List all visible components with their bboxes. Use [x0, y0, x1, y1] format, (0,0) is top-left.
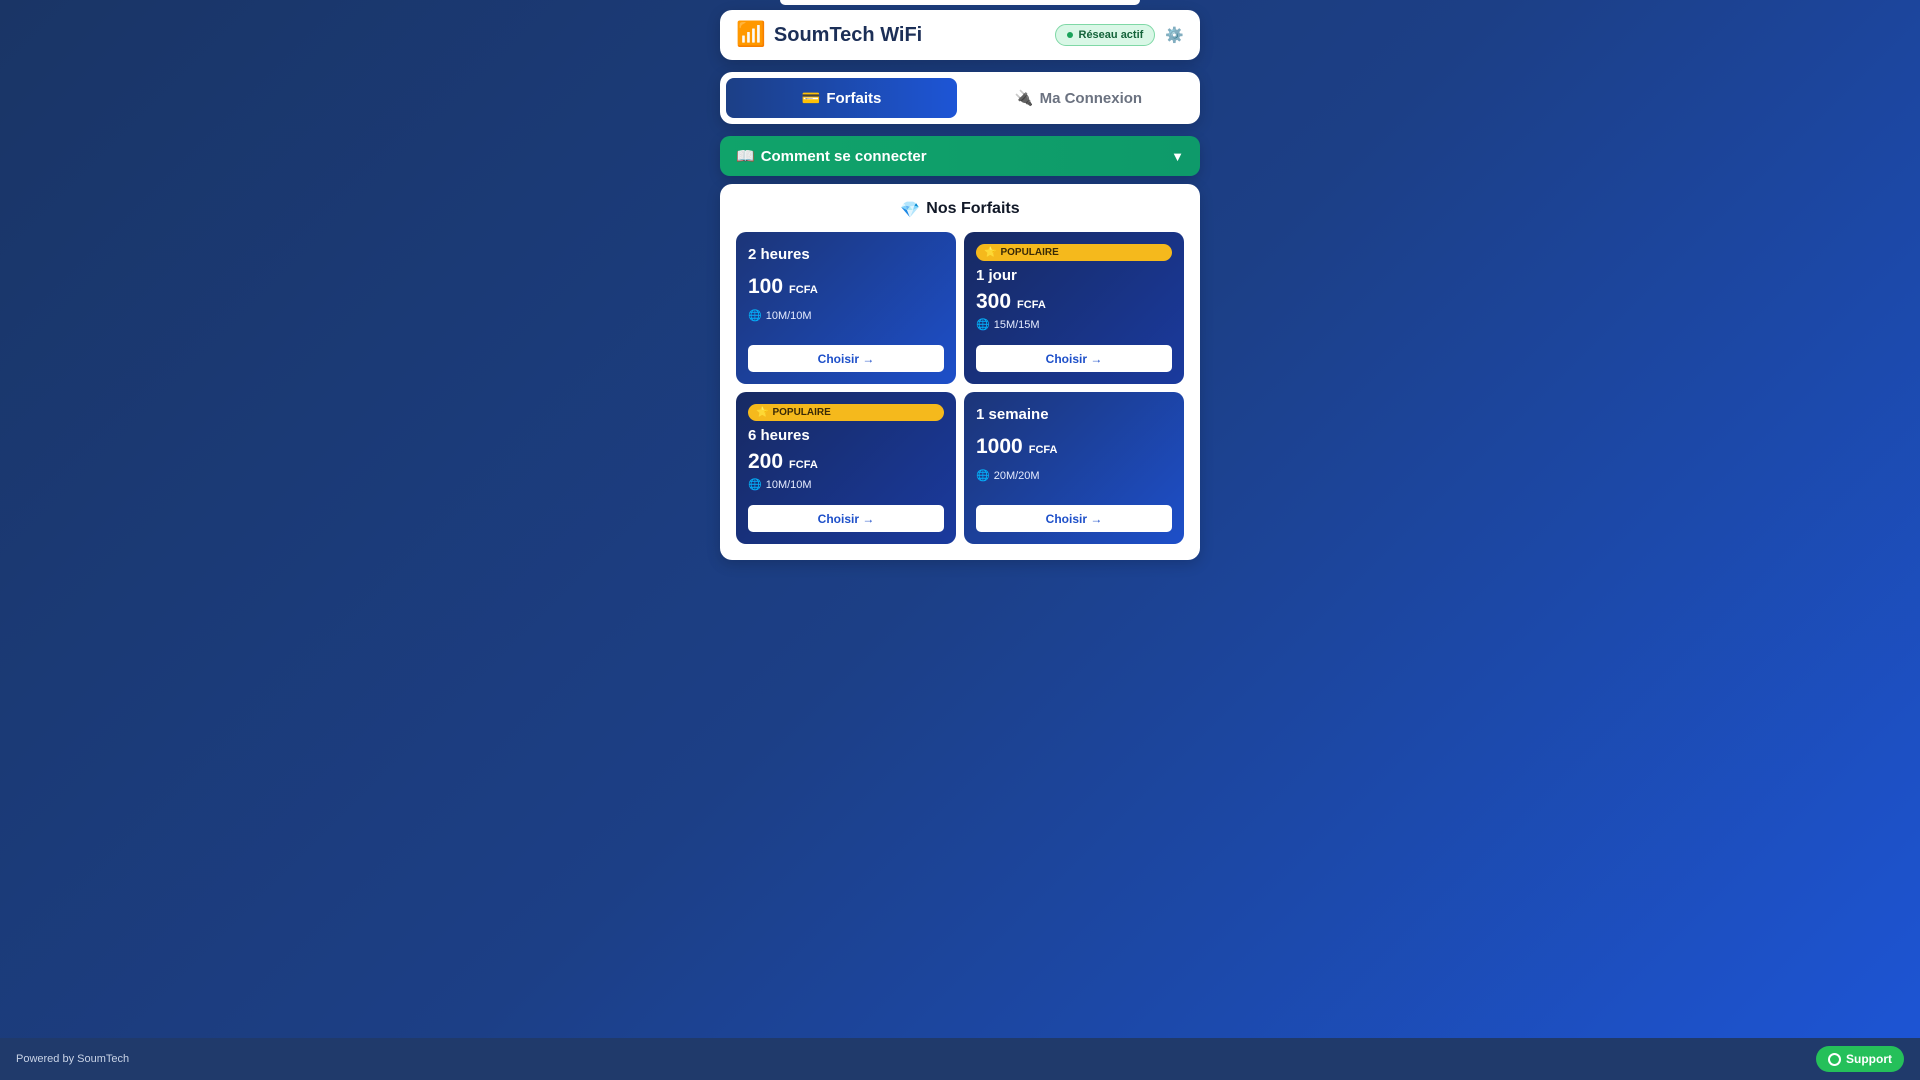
- badge-label: POPULAIRE: [1000, 247, 1059, 258]
- plan-price: 200 FCFA: [748, 450, 944, 474]
- support-button[interactable]: Support: [1816, 1046, 1904, 1072]
- globe-icon: 🌐: [976, 319, 990, 331]
- choose-button[interactable]: Choisir →: [748, 345, 944, 372]
- plans-panel: 💎 Nos Forfaits 2 heures 100 FCFA 🌐 10M/1…: [720, 184, 1200, 560]
- badge-label: POPULAIRE: [772, 407, 831, 418]
- speed-value: 10M/10M: [765, 478, 812, 491]
- credit-card-icon: 💳: [801, 90, 821, 107]
- plug-icon: 🔌: [1014, 90, 1034, 107]
- tab-ma-connexion[interactable]: 🔌 Ma Connexion: [963, 78, 1194, 118]
- status-label: Réseau actif: [1078, 29, 1144, 41]
- globe-icon: 🌐: [748, 479, 762, 491]
- guide-label: Comment se connecter: [760, 147, 927, 165]
- speed-value: 15M/15M: [993, 318, 1040, 331]
- star-icon: ⭐: [756, 407, 769, 418]
- star-icon: ⭐: [984, 247, 997, 258]
- plan-price: 100 FCFA: [748, 275, 944, 299]
- globe-icon: 🌐: [976, 470, 990, 482]
- network-status-badge: Réseau actif: [1054, 24, 1156, 46]
- plan-name: 1 jour: [976, 267, 1017, 284]
- choose-button[interactable]: Choisir →: [976, 345, 1172, 372]
- price-value: 200: [748, 450, 784, 473]
- status-dot-icon: [1066, 32, 1073, 38]
- price-currency: FCFA: [1028, 444, 1058, 456]
- speed-value: 20M/20M: [993, 469, 1040, 482]
- tab-label: Ma Connexion: [1039, 89, 1143, 107]
- plan-speed: 🌐 10M/10M: [748, 309, 944, 323]
- plan-speed: 🌐 10M/10M: [748, 478, 944, 492]
- chevron-down-icon[interactable]: ▼: [1171, 149, 1184, 164]
- plan-name: 2 heures: [748, 246, 810, 263]
- price-currency: FCFA: [1017, 299, 1046, 311]
- price-value: 300: [976, 290, 1012, 313]
- plans-title-text: Nos Forfaits: [926, 200, 1020, 217]
- plans-grid: 2 heures 100 FCFA 🌐 10M/10M Choisir → ⭐ …: [736, 232, 1184, 544]
- plan-price: 300 FCFA: [976, 290, 1172, 314]
- price-currency: FCFA: [789, 284, 818, 296]
- plan-card-6-heures[interactable]: ⭐ POPULAIRE 6 heures 200 FCFA 🌐 10M/10M …: [736, 392, 956, 544]
- top-notification-bar: [780, 0, 1140, 5]
- plan-speed: 🌐 15M/15M: [976, 318, 1172, 332]
- portal-container: 📶 SoumTech WiFi Réseau actif ⚙️ 💳 Forfai…: [720, 10, 1200, 560]
- footer-bar: Powered by SoumTech Support: [0, 1038, 1920, 1080]
- plan-card-2-heures[interactable]: 2 heures 100 FCFA 🌐 10M/10M Choisir →: [736, 232, 956, 384]
- plan-name: 6 heures: [748, 427, 810, 444]
- choose-button[interactable]: Choisir →: [748, 505, 944, 532]
- plan-speed: 🌐 20M/20M: [976, 469, 1172, 483]
- brand-title: SoumTech WiFi: [773, 23, 923, 46]
- globe-icon: 🌐: [748, 310, 762, 322]
- tab-forfaits[interactable]: 💳 Forfaits: [726, 78, 957, 118]
- price-currency: FCFA: [789, 459, 818, 471]
- wifi-signal-icon: 📶: [736, 21, 766, 48]
- price-value: 1000: [976, 435, 1023, 458]
- connection-guide-accordion[interactable]: 📖 Comment se connecter ▼: [720, 136, 1200, 176]
- guide-title: 📖 Comment se connecter: [736, 147, 1171, 166]
- popular-badge: ⭐ POPULAIRE: [748, 404, 944, 421]
- app-header: 📶 SoumTech WiFi Réseau actif ⚙️: [720, 10, 1200, 60]
- tab-bar: 💳 Forfaits 🔌 Ma Connexion: [720, 72, 1200, 124]
- plan-name: 1 semaine: [976, 406, 1049, 423]
- tab-label: Forfaits: [826, 89, 882, 107]
- gear-icon[interactable]: ⚙️: [1165, 26, 1184, 44]
- plan-price: 1000 FCFA: [976, 435, 1172, 459]
- popular-badge: ⭐ POPULAIRE: [976, 244, 1172, 261]
- diamond-icon: 💎: [900, 202, 921, 219]
- choose-button[interactable]: Choisir →: [976, 505, 1172, 532]
- plan-card-1-semaine[interactable]: 1 semaine 1000 FCFA 🌐 20M/20M Choisir →: [964, 392, 1184, 544]
- book-icon: 📖: [736, 148, 755, 165]
- speed-value: 10M/10M: [765, 309, 812, 322]
- whatsapp-icon: [1828, 1052, 1841, 1066]
- price-value: 100: [748, 275, 784, 298]
- support-label: Support: [1846, 1052, 1892, 1066]
- plan-card-1-jour[interactable]: ⭐ POPULAIRE 1 jour 300 FCFA 🌐 15M/15M Ch…: [964, 232, 1184, 384]
- powered-by-text: Powered by SoumTech: [16, 1053, 130, 1065]
- plans-title: 💎 Nos Forfaits: [736, 200, 1184, 220]
